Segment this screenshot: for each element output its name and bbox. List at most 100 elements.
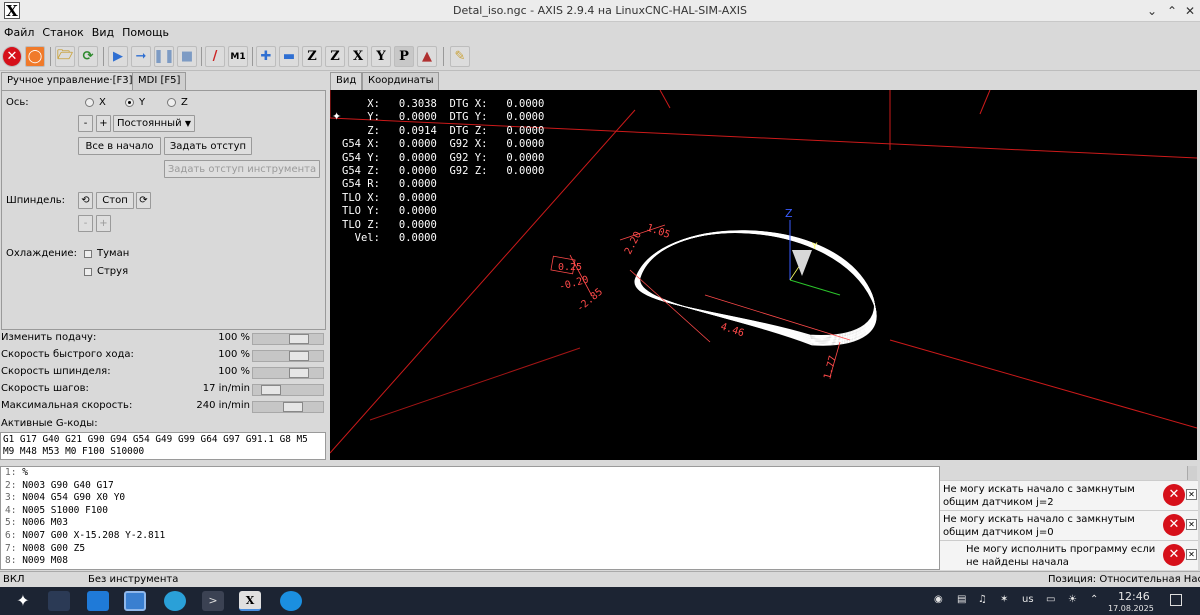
file-manager-icon[interactable] [124, 591, 146, 611]
slider-thumb[interactable] [289, 368, 309, 378]
clipboard-icon[interactable]: ▤ [957, 594, 966, 605]
reload-icon[interactable]: ⟳ [78, 46, 98, 67]
optional-stop-icon[interactable]: M1 [228, 46, 248, 67]
axis-z-radio[interactable]: Z [167, 97, 188, 108]
spindle-minus-button[interactable]: - [78, 215, 93, 232]
view-z2-icon[interactable]: Z [325, 46, 345, 67]
dro-line: G54 Y: 0.0000 G92 Y: 0.0000 [342, 151, 545, 164]
estop-button[interactable]: ✕ [2, 46, 22, 67]
menu-help[interactable]: Помощь [118, 23, 173, 39]
minimize-button[interactable]: ⌄ [1145, 4, 1159, 18]
zoom-in-icon[interactable]: ✚ [256, 46, 276, 67]
active-gcodes-label: Активные G-коды: [1, 418, 98, 429]
line-number: 1: [5, 467, 17, 478]
close-icon[interactable]: ✕ [1186, 489, 1197, 500]
machine-power-button[interactable]: ◯ [25, 46, 45, 67]
tool-touch-off-button[interactable]: Задать отступ инструмента [164, 160, 320, 178]
maximize-button[interactable]: ⌃ [1165, 4, 1179, 18]
contour-ring [637, 231, 876, 342]
override-slider[interactable] [252, 333, 324, 345]
override-slider[interactable] [252, 367, 324, 379]
slider-thumb[interactable] [289, 334, 309, 344]
error-icon: ✕ [1163, 544, 1185, 566]
spindle-plus-button[interactable]: + [96, 215, 111, 232]
program-line[interactable]: 3: N004 G54 G90 X0 Y0 [1, 492, 939, 505]
tab-dro[interactable]: Координаты [362, 72, 440, 91]
override-row: Скорость быстрого хода: 100 % [0, 347, 326, 364]
store-icon[interactable] [87, 591, 109, 611]
brightness-icon[interactable]: ☀ [1068, 594, 1077, 605]
program-line[interactable]: 6: N007 G00 X-15.208 Y-2.811 [1, 530, 939, 543]
block-delete-icon[interactable]: / [205, 46, 225, 67]
override-slider[interactable] [252, 401, 324, 413]
view-x-icon[interactable]: X [348, 46, 368, 67]
network-icon[interactable]: ◉ [934, 594, 943, 605]
terminal-icon[interactable]: > [202, 591, 224, 611]
keyboard-layout[interactable]: us [1022, 594, 1034, 605]
program-listing[interactable]: 1: % 2: N003 G90 G40 G17 3: N004 G54 G90 X… [0, 466, 940, 570]
spindle-ccw-icon[interactable]: ⟲ [78, 192, 93, 209]
clock-date: 17.08.2025 [1108, 604, 1154, 613]
program-line[interactable]: 5: N006 M03 [1, 517, 939, 530]
jog-mode-select[interactable]: Постоянный ▼ [113, 115, 195, 132]
home-all-button[interactable]: Все в начало [78, 137, 161, 155]
slider-thumb[interactable] [260, 385, 281, 395]
settings-icon[interactable] [164, 591, 186, 611]
close-icon[interactable]: ✕ [1186, 549, 1197, 560]
rotate-view-icon[interactable]: ▲ [417, 46, 437, 67]
program-line[interactable]: 2: N003 G90 G40 G17 [1, 480, 939, 493]
toolpath-preview[interactable]: 4.46 1.77 -2.85 2.20 0.25 -0.20 1.05 Z Y… [330, 90, 1197, 460]
line-number: 4: [5, 504, 17, 516]
override-label: Скорость шпинделя: [1, 366, 111, 377]
task-manager-icon[interactable] [48, 591, 70, 611]
override-slider[interactable] [252, 384, 324, 396]
override-slider[interactable] [252, 350, 324, 362]
slider-thumb[interactable] [283, 402, 303, 412]
menu-view[interactable]: Вид [88, 23, 118, 39]
axis-x-radio[interactable]: X [85, 97, 106, 108]
zoom-out-icon[interactable]: ▬ [279, 46, 299, 67]
tab-preview[interactable]: Вид [330, 72, 363, 92]
contour-ring [635, 230, 875, 338]
tab-mdi[interactable]: MDI [F5] [132, 72, 187, 91]
stop-icon[interactable]: ■ [177, 46, 197, 67]
spindle-stop-button[interactable]: Стоп [96, 192, 134, 209]
display-icon[interactable]: ▭ [1046, 594, 1055, 605]
machine-state: ВКЛ [3, 574, 25, 585]
open-file-icon[interactable]: 🗁 [55, 46, 75, 67]
chevron-up-icon[interactable]: ⌃ [1090, 594, 1098, 605]
dro-line: Z: 0.0914 DTG Z: 0.0000 [342, 124, 545, 137]
flood-checkbox[interactable]: Струя [84, 266, 128, 277]
mist-checkbox[interactable]: Туман [84, 248, 129, 259]
bluetooth-icon[interactable]: ✶ [1000, 594, 1008, 605]
tab-manual[interactable]: Ручное управление·[F3] [1, 72, 139, 92]
view-y-icon[interactable]: Y [371, 46, 391, 67]
program-line[interactable]: 1: % [1, 467, 939, 480]
override-value: 100 % [218, 332, 250, 343]
show-desktop-icon[interactable] [1170, 594, 1182, 606]
program-line[interactable]: 4: N005 S1000 F100 [1, 505, 939, 518]
step-icon[interactable]: ➞ [131, 46, 151, 67]
dro-readout: X: 0.3038 DTG X: 0.0000 Y: 0.0000 DTG Y:… [342, 98, 544, 245]
menu-file[interactable]: Файл [0, 23, 38, 39]
clear-backplot-icon[interactable]: ✎ [450, 46, 470, 67]
jog-plus-button[interactable]: + [96, 115, 111, 132]
close-window-button[interactable]: ✕ [1183, 4, 1197, 18]
start-menu-icon[interactable]: ✦ [12, 591, 34, 611]
pause-icon[interactable]: ❚❚ [153, 46, 175, 67]
jog-minus-button[interactable]: - [78, 115, 93, 132]
spindle-cw-icon[interactable]: ⟳ [136, 192, 151, 209]
view-z-icon[interactable]: Z [302, 46, 322, 67]
touch-off-button[interactable]: Задать отступ [164, 137, 252, 155]
axis-app-icon[interactable]: X [239, 591, 261, 611]
menu-machine[interactable]: Станок [38, 23, 87, 39]
run-icon[interactable]: ▶ [108, 46, 128, 67]
program-line[interactable]: 7: N008 G00 Z5 [1, 543, 939, 556]
close-icon[interactable]: ✕ [1186, 519, 1197, 530]
slider-thumb[interactable] [289, 351, 309, 361]
volume-icon[interactable]: ♫ [978, 594, 987, 605]
axis-y-radio[interactable]: Y [125, 97, 145, 108]
browser-icon[interactable] [280, 591, 302, 611]
view-p-icon[interactable]: P [394, 46, 414, 67]
program-line[interactable]: 8: N009 M08 [1, 555, 939, 568]
